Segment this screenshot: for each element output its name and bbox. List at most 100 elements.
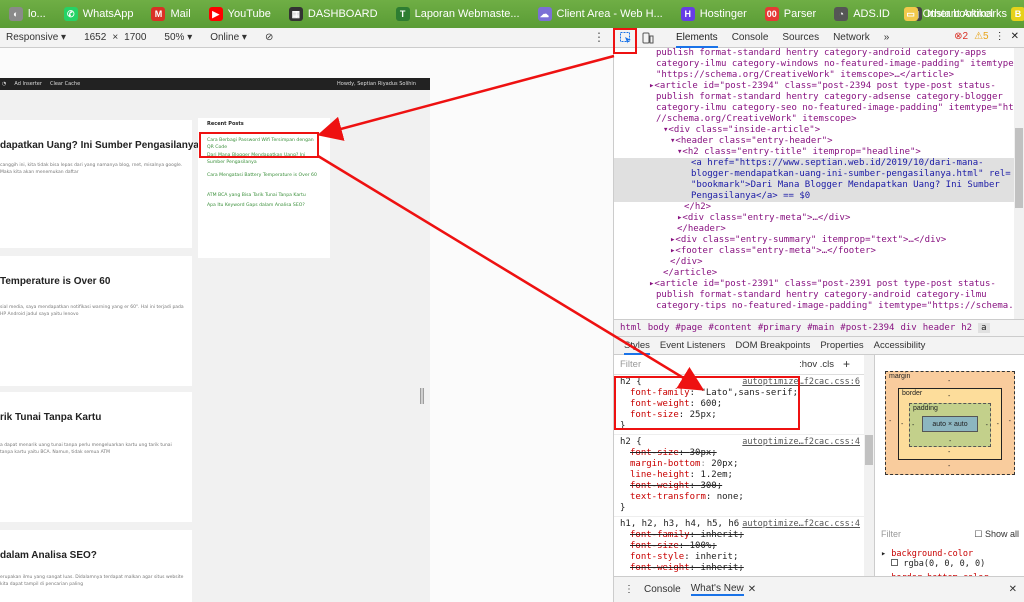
wp-logo-icon[interactable]: ◔ (2, 81, 6, 87)
subtab-item[interactable]: Styles (624, 340, 650, 355)
dom-node-line[interactable]: <a href="https://www.septian.web.id/2019… (614, 158, 1014, 169)
breadcrumb-item[interactable]: #post-2394 (840, 323, 894, 333)
zoom-select[interactable]: 50% ▾ (164, 32, 192, 43)
dom-node-line[interactable]: ▾<div class="inside-article"> (614, 125, 1014, 136)
dom-node-line[interactable]: publish format-standard hentry category-… (614, 92, 1014, 103)
dom-node-line[interactable]: "https://schema.org/CreativeWork" itemsc… (614, 70, 1014, 81)
subtab-item[interactable]: DOM Breakpoints (735, 340, 810, 351)
dom-node-line[interactable]: ▾<header class="entry-header"> (614, 136, 1014, 147)
tab-sources[interactable]: Sources (782, 32, 819, 43)
viewport-height-input[interactable]: 1700 (124, 32, 146, 43)
admin-bar-clear-cache[interactable]: Clear Cache (50, 81, 80, 87)
styles-scrollbar[interactable] (864, 355, 874, 576)
subtab-item[interactable]: Accessibility (874, 340, 926, 351)
breadcrumb-item[interactable]: html (620, 323, 642, 333)
new-rule-icon[interactable]: + (843, 358, 850, 370)
drawer-menu-icon[interactable]: ⋮ (624, 584, 634, 595)
css-property[interactable]: line-height: 1.2em; (620, 470, 858, 481)
other-bookmarks[interactable]: ▭ Other bookmarks (895, 0, 1016, 28)
css-property[interactable]: font-weight: 300; (620, 481, 858, 492)
css-property[interactable]: font-family: inherit; (620, 530, 858, 541)
device-toolbar-icon[interactable] (638, 28, 658, 48)
breadcrumb-item[interactable]: #page (675, 323, 702, 333)
bookmark-item[interactable]: M Mail (142, 0, 199, 28)
tab-elements[interactable]: Elements (676, 32, 718, 48)
css-source-link[interactable]: autoptimize…f2cac.css:4 (742, 437, 860, 448)
subtab-item[interactable]: Properties (820, 340, 863, 351)
more-tabs-icon[interactable]: » (884, 32, 890, 43)
dom-node-line[interactable]: </h2> (614, 202, 1014, 213)
post-title[interactable]: dalam Analisa SEO? (0, 550, 97, 561)
bookmark-item[interactable]: ☁ Client Area - Web H... (529, 0, 672, 28)
bookmark-item[interactable]: ▶ YouTube (200, 0, 280, 28)
drawer-tab-console[interactable]: Console (644, 584, 681, 595)
dom-node-line[interactable]: category-ilmu category-windows no-featur… (614, 59, 1014, 70)
dom-node-line[interactable]: ▾<h2 class="entry-title" itemprop="headl… (614, 147, 1014, 158)
admin-bar-ad-inserter[interactable]: Ad Inserter (14, 81, 42, 87)
breadcrumb-item[interactable]: #primary (758, 323, 801, 333)
resize-handle[interactable]: ‖ (418, 385, 426, 404)
dom-node-line[interactable]: ▸<footer class="entry-meta">…</footer> (614, 246, 1014, 257)
bookmark-item[interactable]: T Laporan Webmaste... (387, 0, 529, 28)
throttle-select[interactable]: Online ▾ (210, 32, 247, 43)
viewport-width-input[interactable]: 1652 (84, 32, 106, 43)
dom-node-line[interactable]: Pengasilanya</a> == $0 (614, 191, 1014, 202)
warning-icon[interactable]: ⚠5 (974, 31, 989, 42)
recent-post-link[interactable]: Apa Itu Keyword Gaps dalam Analisa SEO? (207, 203, 319, 210)
tab-network[interactable]: Network (833, 32, 870, 43)
dom-node-line[interactable]: </div> (614, 257, 1014, 268)
breadcrumb-item[interactable]: div (900, 323, 916, 333)
bookmark-item[interactable]: 00 Parser (756, 0, 825, 28)
bookmark-item[interactable]: H Hostinger (672, 0, 756, 28)
show-all-checkbox[interactable]: ☐ Show all (974, 529, 1019, 540)
bookmark-item[interactable]: ▦ DASHBOARD (280, 0, 387, 28)
dom-node-line[interactable]: blogger-mendapatkan-uang-ini-sumber-peng… (614, 169, 1014, 180)
post-title[interactable]: dapatkan Uang? Ini Sumber Pengasilanya (0, 140, 199, 151)
close-devtools-icon[interactable]: ✕ (1011, 31, 1019, 42)
dom-node-line[interactable]: ▸<div class="entry-meta">…</div> (614, 213, 1014, 224)
dom-node-line[interactable]: category-ilmu category-seo no-featured-i… (614, 103, 1014, 114)
dom-scrollbar[interactable] (1014, 48, 1024, 319)
error-icon[interactable]: ⊗2 (954, 31, 968, 42)
bookmark-item[interactable]: ◐ lo... (0, 0, 55, 28)
dom-node-line[interactable]: "bookmark">Dari Mana Blogger Mendapatkan… (614, 180, 1014, 191)
drawer-tab-whats-new[interactable]: What's New (690, 583, 744, 596)
css-property[interactable]: font-style: inherit; (620, 552, 858, 563)
breadcrumb-item[interactable]: #content (708, 323, 751, 333)
dom-node-line[interactable]: ▸<article id="post-2394" class="post-239… (614, 81, 1014, 92)
dom-node-line[interactable]: publish format-standard hentry category-… (614, 290, 1014, 301)
computed-property[interactable]: ▸ background-color rgba(0, 0, 0, 0) (881, 549, 985, 569)
recent-post-link[interactable]: Cara Mengatasi Battery Temperature is Ov… (207, 173, 319, 180)
rotate-icon[interactable]: ⊘ (265, 32, 273, 43)
breadcrumb-item[interactable]: #main (807, 323, 834, 333)
breadcrumb-item[interactable]: body (648, 323, 670, 333)
dom-node-line[interactable]: publish format-standard hentry category-… (614, 48, 1014, 59)
css-source-link[interactable]: autoptimize…f2cac.css:4 (742, 519, 860, 530)
css-property[interactable]: margin-bottom: 20px; (620, 459, 858, 470)
tab-console[interactable]: Console (732, 32, 769, 43)
post-title[interactable]: rik Tunai Tanpa Kartu (0, 412, 101, 423)
breadcrumb-item[interactable]: h2 (961, 323, 972, 333)
more-options-icon[interactable]: ⋮ (593, 30, 605, 44)
bookmark-item[interactable]: ◔ ADS.ID (825, 0, 899, 28)
close-tab-icon[interactable]: ✕ (748, 584, 756, 595)
devtools-menu-icon[interactable]: ⋮ (995, 31, 1005, 42)
subtab-item[interactable]: Event Listeners (660, 340, 725, 351)
close-drawer-icon[interactable]: ✕ (1009, 584, 1017, 595)
recent-post-link[interactable]: ATM BCA yang Bisa Tarik Tunai Tanpa Kart… (207, 193, 319, 200)
css-property[interactable]: text-transform: none; (620, 492, 858, 503)
dom-node-line[interactable]: //schema.org/CreativeWork" itemscope> (614, 114, 1014, 125)
dom-node-line[interactable]: category-tips no-featured-image-padding"… (614, 301, 1014, 312)
hov-toggle[interactable]: :hov .cls (799, 359, 834, 370)
dom-node-line[interactable]: </header> (614, 224, 1014, 235)
post-title[interactable]: Temperature is Over 60 (0, 276, 110, 287)
computed-filter-input[interactable]: Filter (881, 529, 901, 539)
styles-filter-input[interactable]: Filter :hov .cls + (614, 355, 864, 375)
css-property[interactable]: font-weight: inherit; (620, 563, 858, 574)
device-mode-select[interactable]: Responsive ▾ (6, 32, 66, 43)
css-property[interactable]: font-size: 100%; (620, 541, 858, 552)
breadcrumb-item[interactable]: a (978, 323, 990, 333)
dom-node-line[interactable]: ▸<article id="post-2391" class="post-239… (614, 279, 1014, 290)
breadcrumb-item[interactable]: header (923, 323, 956, 333)
admin-bar-user[interactable]: Howdy, Septian Riyadus Solihin (337, 81, 416, 87)
